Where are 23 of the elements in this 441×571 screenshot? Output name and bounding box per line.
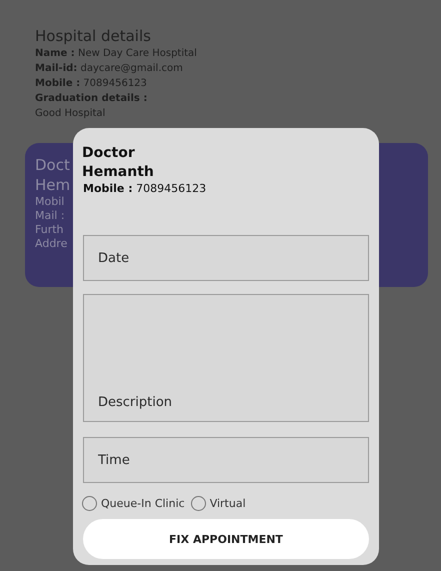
detail-line: Mail-id: daycare@gmail.com: [35, 62, 183, 76]
detail-line: Good Hospital: [35, 107, 106, 121]
card-text: Mobil: [35, 195, 64, 209]
dialog-title: Doctor: [82, 144, 136, 163]
input-field[interactable]: Time: [83, 437, 369, 483]
input-field[interactable]: Date: [83, 235, 369, 281]
description-field[interactable]: Description: [83, 294, 369, 422]
detail-line: Graduation details :: [35, 92, 148, 106]
doctor-name: Hemanth: [82, 163, 155, 182]
card-text: Furth: [35, 223, 64, 237]
radio-label: Queue-In Clinic: [101, 497, 185, 510]
radio-label: Virtual: [210, 497, 246, 510]
detail-line: Mobile : 7089456123: [35, 77, 147, 91]
section-title: Hospital details: [35, 27, 151, 45]
card-text: Doct: [35, 155, 70, 175]
radio-button[interactable]: [82, 496, 97, 511]
fix-appointment-button[interactable]: FIX APPOINTMENT: [83, 519, 369, 559]
card-text: Hem: [35, 175, 70, 195]
detail-line: Name : New Day Care Hosptital: [35, 47, 197, 61]
card-text: Mail :: [35, 209, 65, 223]
doctor-mobile: Mobile : 7089456123: [83, 182, 208, 195]
radio-button[interactable]: [190, 496, 206, 511]
card-text: Addre: [35, 237, 68, 251]
